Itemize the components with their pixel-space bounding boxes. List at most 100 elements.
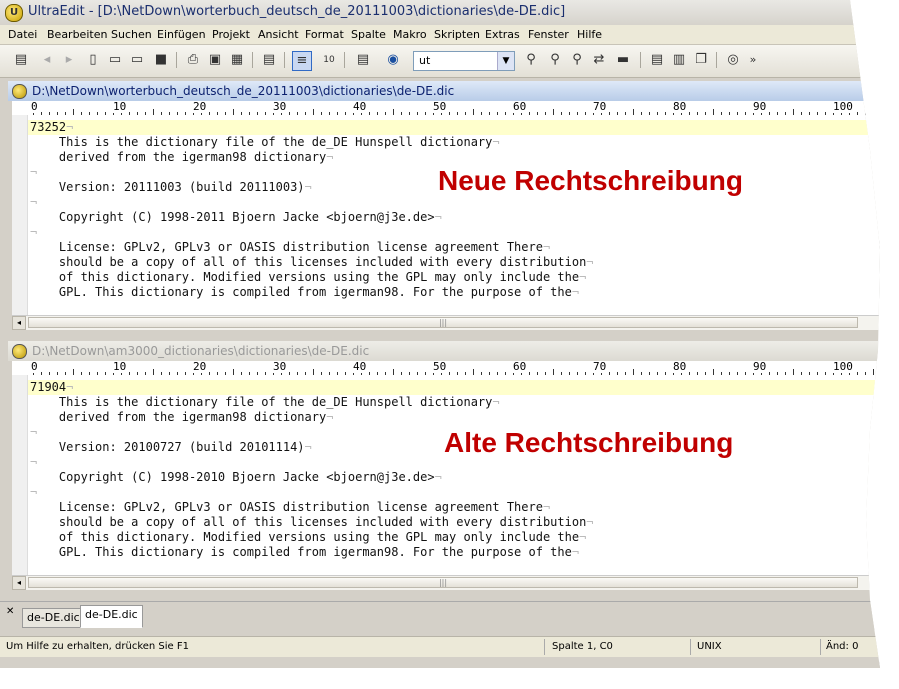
text-line: ¬ [30, 195, 37, 210]
annotation-neue-rechtschreibung: Neue Rechtschreibung [438, 165, 743, 196]
text-line: Copyright (C) 1998-2010 Bjoern Jacke <bj… [30, 470, 442, 484]
status-help: Um Hilfe zu erhalten, drücken Sie F1 [6, 641, 190, 652]
ruler-label: 30 [272, 360, 288, 373]
settings-icon[interactable]: ◎ [724, 51, 742, 69]
horizontal-scrollbar-top[interactable]: ◂ ||| [12, 315, 880, 330]
pane-top-path: D:\NetDown\worterbuch_deutsch_de_2011100… [32, 84, 455, 98]
toolbar-separator [716, 52, 717, 68]
save-icon[interactable]: ■ [152, 51, 170, 69]
search-combo[interactable]: ut ▼ [413, 51, 515, 71]
menu-extras[interactable]: Extras [485, 28, 520, 41]
end-of-line-marker: ¬ [30, 165, 38, 179]
text-area-top[interactable]: 73252¬ This is the dictionary file of th… [12, 115, 880, 315]
scroll-left-icon[interactable]: ◂ [12, 316, 26, 330]
clipboard-icon[interactable]: ▤ [354, 51, 372, 69]
menu-fenster[interactable]: Fenster [528, 28, 569, 41]
end-of-line-marker: ¬ [542, 240, 551, 254]
menu-spalte[interactable]: Spalte [351, 28, 386, 41]
word-wrap-toggle-icon[interactable]: ≡ [292, 51, 312, 71]
end-of-line-marker: ¬ [571, 285, 580, 299]
menu-datei[interactable]: Datei [8, 28, 37, 41]
menu-einfuegen[interactable]: Einfügen [157, 28, 206, 41]
ruler-tick [881, 372, 882, 375]
end-of-line-marker: ¬ [30, 455, 38, 469]
end-of-line-marker: ¬ [434, 210, 442, 224]
ruler-label: 80 [672, 100, 688, 113]
print-icon[interactable]: ⎙ [184, 51, 202, 69]
tile-horizontal-icon[interactable]: ▤ [648, 51, 666, 69]
print-preview-icon[interactable]: ▣ [206, 51, 224, 69]
find-prev-icon[interactable]: ⚲ [568, 51, 586, 69]
chevron-down-icon[interactable]: ▼ [497, 52, 514, 70]
status-modified: Änd: 0 [826, 641, 859, 652]
text-line: Version: 20111003 (build 20111003)¬ [30, 180, 312, 194]
main-toolbar: ▤ ◂ ▸ ▯ ▭ ▭ ■ ⎙ ▣ ▦ ▤ ≡ 10 ▤ ◉ ut ▼ ⚲ ⚲ … [0, 45, 880, 78]
document-lock-icon [12, 84, 27, 99]
new-file-icon[interactable]: ▯ [84, 51, 102, 69]
find-next-icon[interactable]: ⚲ [546, 51, 564, 69]
open-folder-icon[interactable]: ▭ [106, 51, 124, 69]
tile-vertical-icon[interactable]: ▥ [670, 51, 688, 69]
menu-suchen[interactable]: Suchen [111, 28, 152, 41]
text-line: ¬ [30, 455, 37, 470]
end-of-line-marker: ¬ [304, 180, 312, 194]
editor-pane-top: D:\NetDown\worterbuch_deutsch_de_2011100… [8, 81, 880, 330]
file-tab-1[interactable]: de-DE.dic [22, 608, 85, 628]
replace-icon[interactable]: ⇄ [590, 51, 608, 69]
ruler-label: 20 [192, 100, 208, 113]
close-icon[interactable]: ✕ [6, 606, 14, 617]
cascade-icon[interactable]: ❐ [692, 51, 710, 69]
horizontal-scrollbar-bottom[interactable]: ◂ ||| [12, 575, 880, 590]
menu-makro[interactable]: Makro [393, 28, 427, 41]
text-line: of this dictionary. Modified versions us… [30, 530, 587, 544]
search-combo-value: ut [419, 54, 431, 67]
menu-bearbeiten[interactable]: Bearbeiten [47, 28, 107, 41]
end-of-line-marker: ¬ [30, 225, 38, 239]
toolbar-separator [176, 52, 177, 68]
menu-hilfe[interactable]: Hilfe [577, 28, 602, 41]
open-project-icon[interactable]: ▤ [12, 51, 30, 69]
menu-format[interactable]: Format [305, 28, 344, 41]
ruler-label: 10 [112, 100, 128, 113]
end-of-line-marker: ¬ [66, 380, 74, 394]
pane-top-titlebar[interactable]: D:\NetDown\worterbuch_deutsch_de_2011100… [8, 81, 880, 101]
find-binoculars-icon[interactable]: ⚲ [522, 51, 540, 69]
file-tab-2[interactable]: de-DE.dic [80, 605, 143, 628]
text-area-bottom[interactable]: 71904¬ This is the dictionary file of th… [12, 375, 880, 575]
find-in-files-icon[interactable]: ▬ [614, 51, 632, 69]
scroll-left-icon[interactable]: ◂ [12, 576, 26, 590]
browser-globe-icon[interactable]: ◉ [384, 51, 402, 69]
ruler-label: 10 [112, 360, 128, 373]
text-line: GPL. This dictionary is compiled from ig… [30, 285, 580, 299]
hex-mode-icon[interactable]: 10 [320, 51, 338, 69]
document-icon[interactable]: ▤ [260, 51, 278, 69]
menu-projekt[interactable]: Projekt [212, 28, 250, 41]
spreadsheet-icon[interactable]: ▦ [228, 51, 246, 69]
ruler-label: 50 [432, 360, 448, 373]
end-of-line-marker: ¬ [542, 500, 551, 514]
text-line: of this dictionary. Modified versions us… [30, 270, 587, 284]
text-line: 71904¬ [30, 380, 74, 394]
scroll-thumb[interactable]: ||| [28, 317, 858, 328]
title-bar[interactable]: U UltraEdit - [D:\NetDown\worterbuch_deu… [0, 0, 880, 26]
close-file-icon[interactable]: ▭ [128, 51, 146, 69]
forward-arrow-icon[interactable]: ▸ [60, 51, 78, 69]
ultraedit-app-icon[interactable]: U [5, 4, 23, 22]
status-line-format: UNIX [697, 641, 722, 652]
text-line: ¬ [30, 225, 37, 240]
menu-skripten[interactable]: Skripten [434, 28, 480, 41]
pane-bottom-titlebar[interactable]: D:\NetDown\am3000_dictionaries\dictionar… [8, 341, 880, 361]
current-line-highlight [28, 120, 880, 135]
text-line: Copyright (C) 1998-2011 Bjoern Jacke <bj… [30, 210, 442, 224]
text-line: 73252¬ [30, 120, 74, 134]
ruler-label: 70 [592, 360, 608, 373]
pane-bottom-path: D:\NetDown\am3000_dictionaries\dictionar… [32, 344, 370, 358]
scroll-thumb[interactable]: ||| [28, 577, 858, 588]
status-separator [690, 639, 691, 655]
annotation-alte-rechtschreibung: Alte Rechtschreibung [444, 427, 734, 458]
back-arrow-icon[interactable]: ◂ [38, 51, 56, 69]
toolbar-overflow-chevron-icon[interactable]: » [744, 51, 762, 69]
text-line: License: GPLv2, GPLv3 or OASIS distribut… [30, 500, 551, 514]
text-line: GPL. This dictionary is compiled from ig… [30, 545, 580, 559]
menu-ansicht[interactable]: Ansicht [258, 28, 299, 41]
